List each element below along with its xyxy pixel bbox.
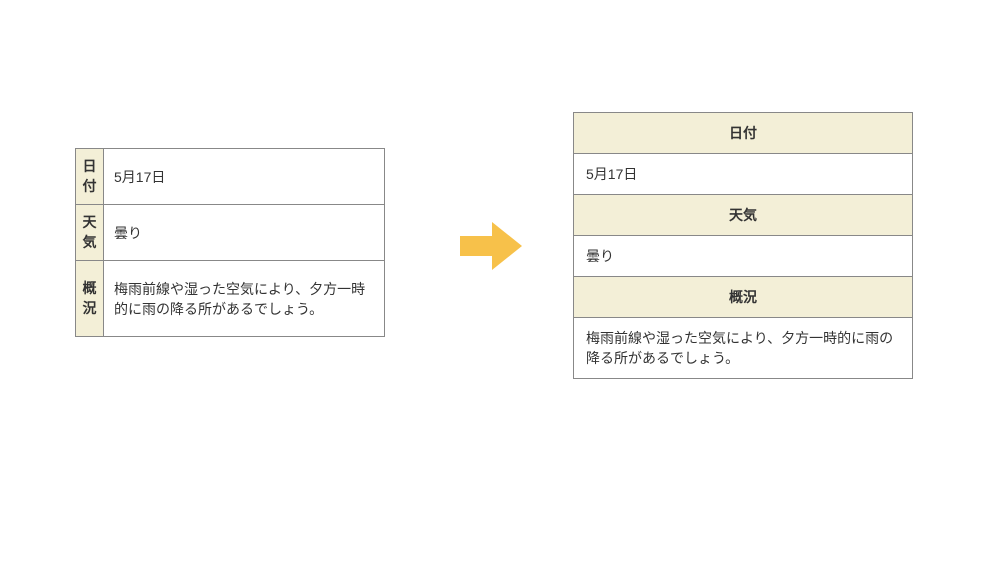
table-row: 曇り (574, 236, 913, 277)
cell-date: 5月17日 (574, 154, 913, 195)
table-row: 日付 (574, 113, 913, 154)
table-row: 概況 梅雨前線や湿った空気により、夕方一時的に雨の降る所があるでしょう。 (76, 261, 385, 337)
header-weather: 天気 (574, 195, 913, 236)
cell-weather: 曇り (104, 205, 385, 261)
header-date: 日付 (574, 113, 913, 154)
table-row: 天気 (574, 195, 913, 236)
cell-summary: 梅雨前線や湿った空気により、夕方一時的に雨の降る所があるでしょう。 (574, 318, 913, 379)
stacked-header-table: 日付 5月17日 天気 曇り 概況 梅雨前線や湿った空気により、夕方一時的に雨の… (573, 112, 913, 379)
cell-summary: 梅雨前線や湿った空気により、夕方一時的に雨の降る所があるでしょう。 (104, 261, 385, 337)
header-summary: 概況 (574, 277, 913, 318)
table-row: 日付 5月17日 (76, 149, 385, 205)
header-summary: 概況 (76, 261, 104, 337)
cell-weather: 曇り (574, 236, 913, 277)
header-weather: 天気 (76, 205, 104, 261)
horizontal-header-table: 日付 5月17日 天気 曇り 概況 梅雨前線や湿った空気により、夕方一時的に雨の… (75, 148, 385, 337)
arrow-right-icon (460, 222, 522, 270)
table-row: 天気 曇り (76, 205, 385, 261)
cell-date: 5月17日 (104, 149, 385, 205)
table-row: 5月17日 (574, 154, 913, 195)
table-row: 概況 (574, 277, 913, 318)
header-date: 日付 (76, 149, 104, 205)
table-row: 梅雨前線や湿った空気により、夕方一時的に雨の降る所があるでしょう。 (574, 318, 913, 379)
